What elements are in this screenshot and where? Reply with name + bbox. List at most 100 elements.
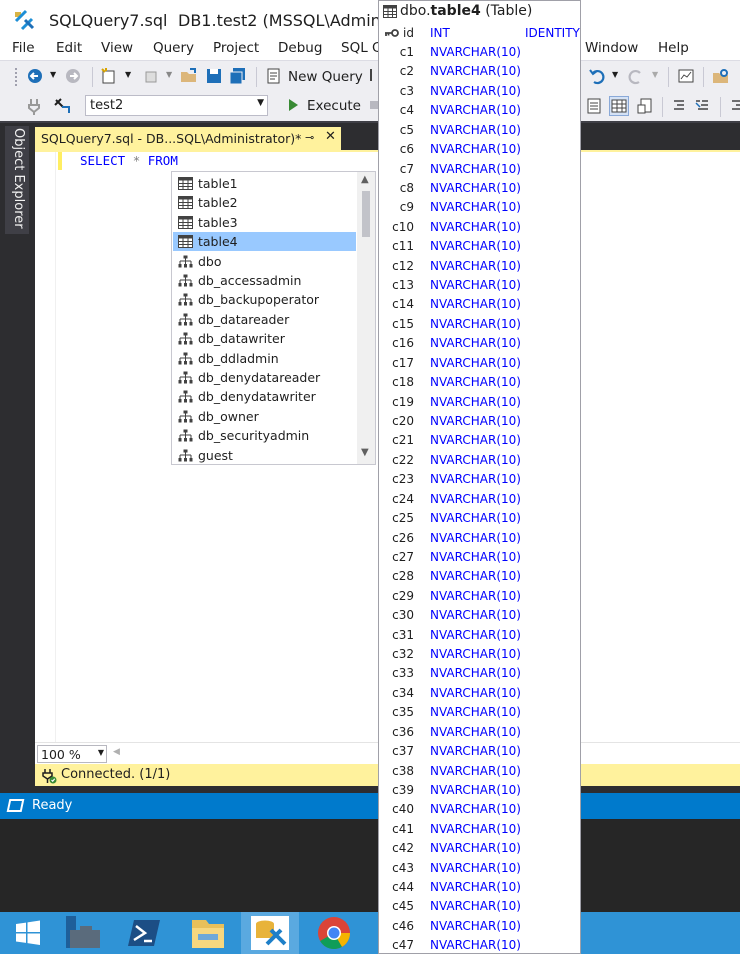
powershell-icon[interactable] [116,912,174,954]
new-query-button[interactable]: New Query [288,69,363,85]
available-databases-select[interactable]: test2 ▼ [85,95,268,116]
column-name: c35 [392,705,414,720]
results-to-grid-icon[interactable] [609,96,629,116]
column-row-c41: c41 NVARCHAR(10) [379,819,580,838]
completion-item-table1[interactable]: table1 [173,174,356,193]
menu-query[interactable]: Query [153,40,194,56]
change-connection-icon[interactable] [53,97,71,115]
column-name: c23 [392,472,414,487]
chrome-icon[interactable] [305,912,363,954]
completion-item-label: table3 [198,214,238,230]
completion-item-table4[interactable]: table4 [173,232,356,252]
server-manager-icon[interactable] [58,912,116,954]
comment-lines-icon[interactable] [670,97,688,115]
uncomment-lines-icon[interactable] [694,97,712,115]
menu-edit[interactable]: Edit [56,40,82,56]
file-explorer-icon[interactable] [178,912,236,954]
column-row-c36: c36 NVARCHAR(10) [379,722,580,741]
open-file-icon[interactable] [180,67,198,85]
undo-dropdown-icon[interactable]: ▼ [612,70,618,79]
completion-item-db-datawriter[interactable]: db_datawriter [173,329,356,348]
pin-icon[interactable]: ⊸ [305,131,314,144]
cancel-query-icon[interactable] [370,101,378,109]
column-name: c5 [399,122,414,137]
connect-icon[interactable] [25,97,43,115]
scroll-left-icon[interactable]: ◀ [113,747,120,757]
completion-item-table3[interactable]: table3 [173,213,356,232]
completion-item-label: db_ddladmin [198,350,279,366]
primary-key-icon [385,29,399,37]
completion-item-table2[interactable]: table2 [173,193,356,212]
add-item-icon[interactable] [142,67,160,85]
results-to-text-icon[interactable] [585,97,603,115]
scroll-down-icon[interactable]: ▼ [361,447,369,458]
execute-button[interactable]: Execute [307,98,361,114]
column-type: NVARCHAR(10) [430,938,521,953]
column-name: c41 [392,821,414,836]
completion-item-db-denydatawriter[interactable]: db_denydatawriter [173,387,356,406]
results-to-file-icon[interactable] [636,97,654,115]
find-in-files-icon[interactable] [712,67,730,85]
save-all-icon[interactable] [229,67,247,85]
redo-icon[interactable] [627,67,645,85]
column-row-c3: c3 NVARCHAR(10) [379,81,580,100]
close-icon[interactable]: ✕ [325,129,336,144]
column-name: c44 [392,880,414,895]
table-icon [178,215,193,229]
ssms-taskbar-icon[interactable] [241,912,299,954]
completion-item-db-datareader[interactable]: db_datareader [173,310,356,329]
column-type: NVARCHAR(10) [430,821,521,836]
scroll-up-icon[interactable]: ▲ [361,174,369,185]
menu-help[interactable]: Help [658,40,689,56]
column-type: NVARCHAR(10) [430,705,521,720]
save-icon[interactable] [205,67,223,85]
column-row-c7: c7 NVARCHAR(10) [379,159,580,178]
column-type: INT [430,26,450,40]
document-tab-sqlquery7[interactable]: SQLQuery7.sql - DB...SQL\Administrator)*… [35,127,341,150]
completion-item-db-backupoperator[interactable]: db_backupoperator [173,290,356,309]
column-name: c18 [392,375,414,390]
intellisense-completion-list[interactable]: table1 table2 table3 table4 dbo db_accessadmi… [171,171,376,465]
completion-item-guest[interactable]: guest [173,446,356,465]
completion-item-db-denydatareader[interactable]: db_denydatareader [173,368,356,387]
column-row-c20: c20 NVARCHAR(10) [379,411,580,430]
completion-item-dbo[interactable]: dbo [173,252,356,271]
column-name: c21 [392,433,414,448]
menu-window[interactable]: Window [585,40,638,56]
column-name: c12 [392,258,414,273]
column-type: NVARCHAR(10) [430,180,521,195]
new-project-icon[interactable] [100,67,118,85]
new-query-icon[interactable] [265,67,283,85]
column-type: NVARCHAR(10) [430,142,521,157]
toolbar-grip[interactable] [14,67,18,87]
undo-icon[interactable] [588,67,606,85]
column-row-c32: c32 NVARCHAR(10) [379,644,580,663]
new-project-dropdown-icon[interactable]: ▼ [125,70,131,79]
completion-item-db-securityadmin[interactable]: db_securityadmin [173,426,356,445]
add-item-dropdown-icon[interactable]: ▼ [166,70,172,79]
completion-item-db-accessadmin[interactable]: db_accessadmin [173,271,356,290]
completion-item-db-ddladmin[interactable]: db_ddladmin [173,349,356,368]
intellisense-scrollbar[interactable]: ▲ ▼ [357,172,375,464]
menu-view[interactable]: View [101,40,133,56]
column-name: c22 [392,452,414,467]
menu-project[interactable]: Project [213,40,259,56]
back-icon[interactable] [26,67,44,85]
menu-debug[interactable]: Debug [278,40,322,56]
schema-icon [178,255,193,268]
column-name: c13 [392,278,414,293]
code-line-1[interactable]: SELECT * FROM [80,153,178,168]
back-dropdown-icon[interactable]: ▼ [50,70,56,79]
column-name: c11 [392,239,414,254]
decrease-indent-icon[interactable] [728,97,740,115]
windows-start-icon[interactable] [0,912,58,954]
redo-dropdown-icon[interactable]: ▼ [652,70,658,79]
activity-monitor-icon[interactable] [677,67,695,85]
menu-sql[interactable]: SQL C [341,40,381,56]
zoom-level-select[interactable]: 100 % ▼ [37,745,107,763]
column-row-c30: c30 NVARCHAR(10) [379,605,580,624]
menu-file[interactable]: File [12,40,35,56]
scrollbar-thumb[interactable] [362,191,370,237]
completion-item-db-owner[interactable]: db_owner [173,407,356,426]
forward-icon[interactable] [64,67,82,85]
